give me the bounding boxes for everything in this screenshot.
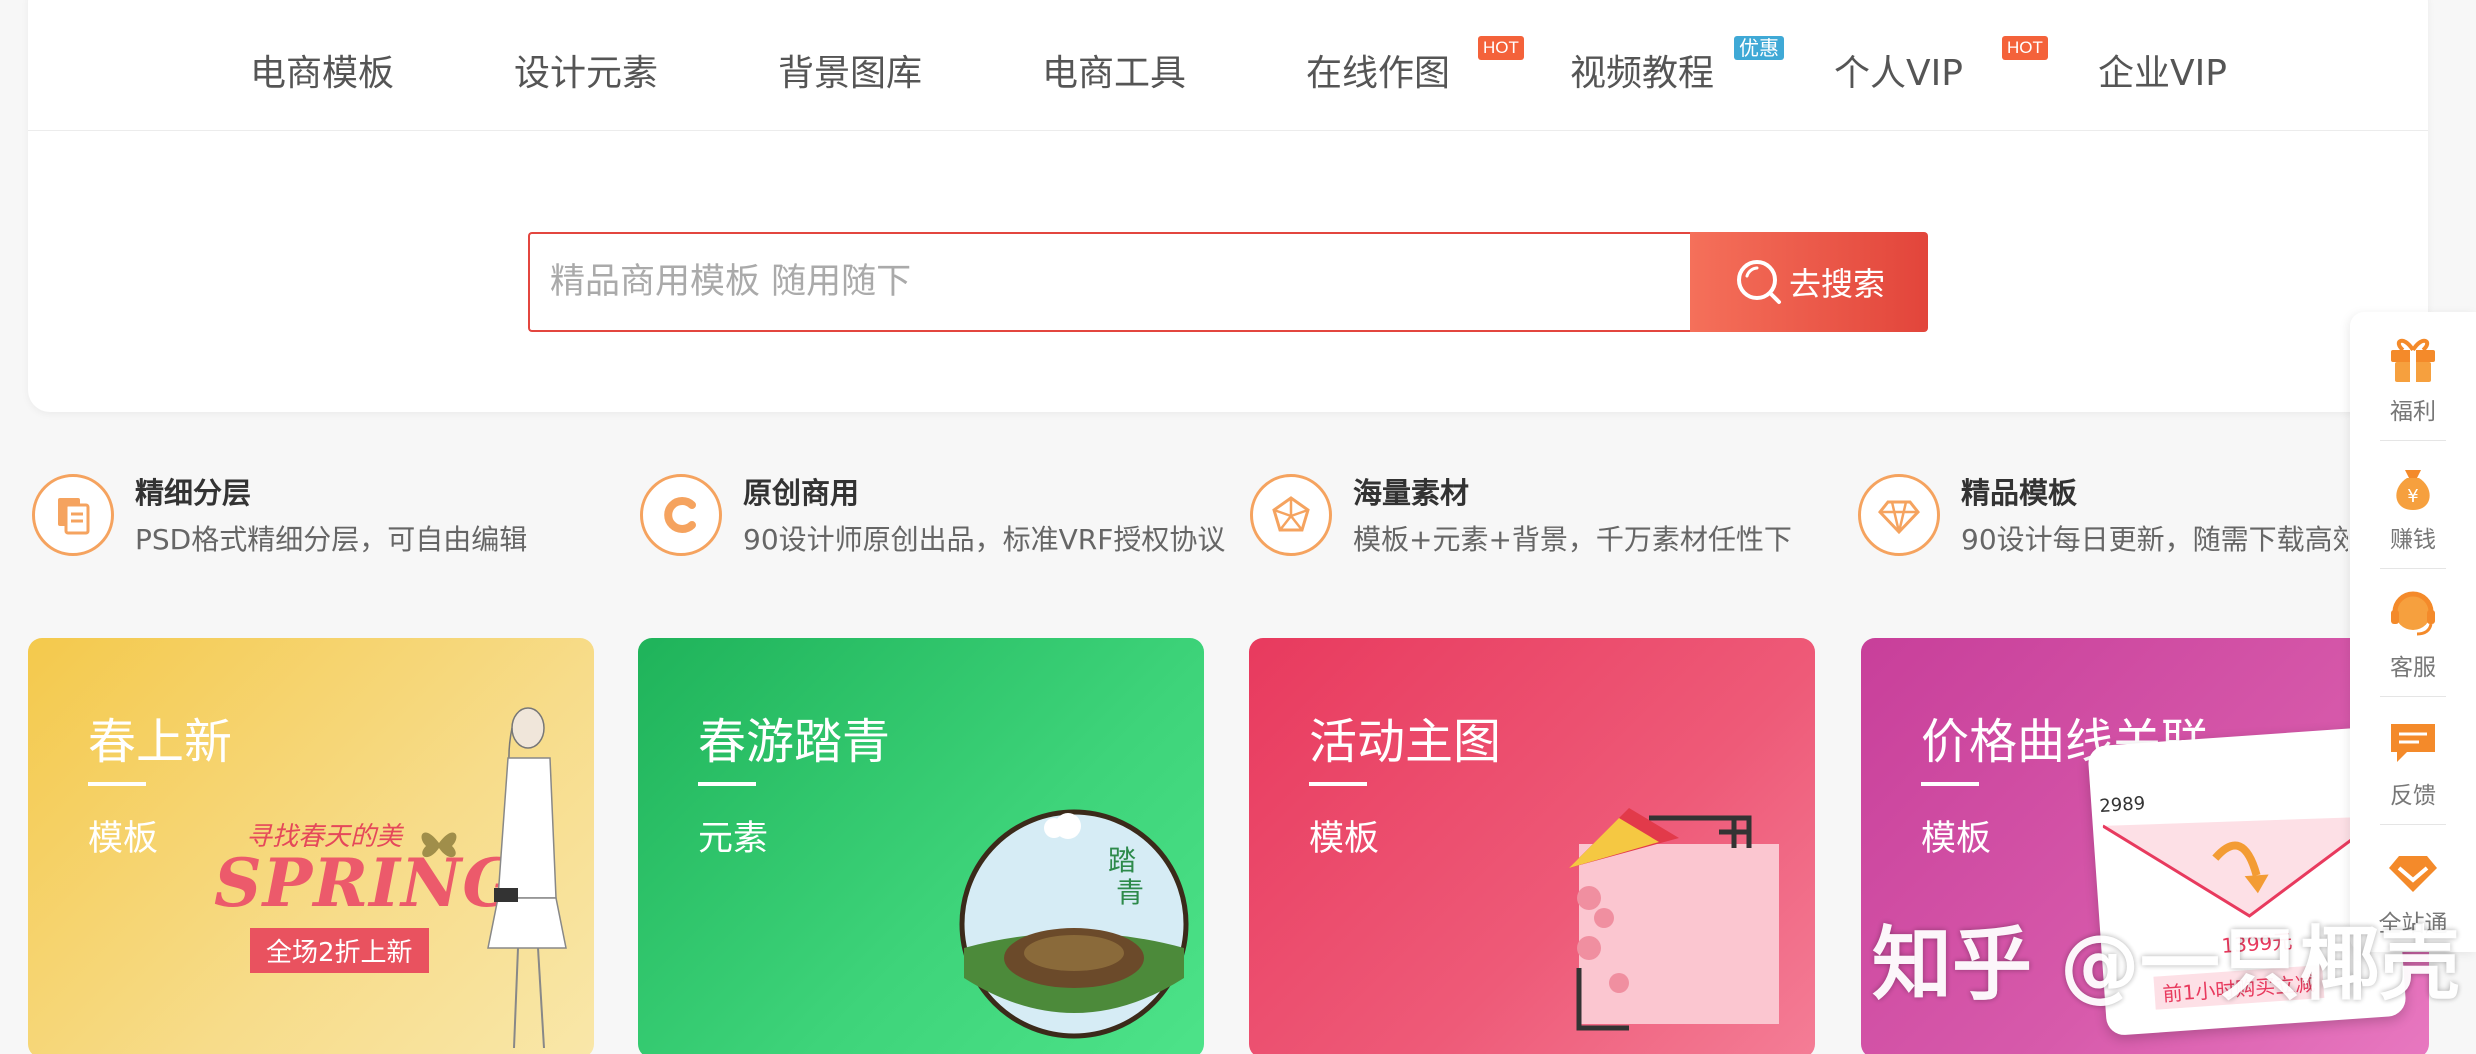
top-card: 电商模板 设计元素 背景图库 电商工具 在线作图 HOT 视频教程 优惠 个人V… — [28, 0, 2428, 412]
feature-desc: 模板+元素+背景，千万素材任性下 — [1353, 523, 1792, 556]
side-item-label: 赚钱 — [2390, 527, 2436, 553]
nav-label: 设计元素 — [514, 53, 659, 94]
feature-title: 精细分层 — [135, 476, 252, 510]
side-item-label: 反馈 — [2390, 783, 2436, 809]
network-icon — [1250, 474, 1332, 556]
nav-label: 个人VIP — [1834, 53, 1963, 94]
side-item-feedback[interactable]: 反馈 — [2350, 696, 2476, 824]
feature-original: 原创商用 90设计师原创出品，标准VRF授权协议 — [640, 470, 1240, 560]
outing-illustration: 踏青 — [959, 809, 1189, 1039]
search-input[interactable] — [528, 232, 1692, 332]
layers-icon — [32, 474, 114, 556]
gift-icon — [2385, 330, 2441, 386]
watermark: 知乎 @一只椰壳 — [1872, 918, 2460, 1011]
card-spring-new[interactable]: 春上新 模板 寻找春天的美 SPRING 全场2折上新 — [28, 638, 594, 1054]
feature-title: 海量素材 — [1353, 476, 1470, 510]
art-banner: 全场2折上新 — [250, 928, 429, 973]
feature-title: 原创商用 — [743, 476, 860, 510]
feature-desc: PSD格式精细分层，可自由编辑 — [135, 523, 528, 556]
side-item-label: 客服 — [2390, 655, 2436, 681]
diamond-icon — [2385, 842, 2441, 898]
card-subtitle: 元素 — [698, 819, 769, 859]
money-bag-icon: ¥ — [2385, 458, 2441, 514]
side-item-label: 福利 — [2390, 399, 2436, 425]
card-spring-outing[interactable]: 春游踏青 元素 踏青 — [638, 638, 1204, 1054]
hot-badge: HOT — [2002, 36, 2048, 60]
feature-title: 精品模板 — [1961, 476, 2078, 510]
main-nav: 电商模板 设计元素 背景图库 电商工具 在线作图 HOT 视频教程 优惠 个人V… — [28, 0, 2428, 131]
card-divider — [1309, 782, 1367, 786]
card-subtitle: 模板 — [88, 819, 159, 859]
nav-label: 电商模板 — [250, 53, 395, 94]
card-title: 春游踏青 — [698, 714, 891, 770]
event-illustration — [1569, 808, 1779, 1031]
side-panel: 福利 ¥ 赚钱 客服 反馈 全站通 — [2350, 312, 2476, 952]
nav-label: 电商工具 — [1042, 53, 1187, 94]
feature-desc: 90设计师原创出品，标准VRF授权协议 — [743, 523, 1226, 556]
search-bar: 去搜索 — [528, 232, 1928, 332]
copyright-icon — [640, 474, 722, 556]
spring-artwork: 寻找春天的美 SPRING 全场2折上新 — [188, 707, 588, 1054]
nav-label: 背景图库 — [778, 53, 923, 94]
nav-item-design-elements[interactable]: 设计元素 — [514, 44, 658, 96]
card-subtitle: 模板 — [1309, 819, 1380, 859]
card-title: 活动主图 — [1309, 714, 1502, 770]
nav-item-ecommerce-tools[interactable]: 电商工具 — [1042, 44, 1186, 96]
discount-badge: 优惠 — [1734, 36, 1784, 60]
nav-item-personal-vip[interactable]: 个人VIP HOT — [1834, 36, 2048, 96]
nav-label: 视频教程 — [1570, 53, 1715, 94]
feature-massive-assets: 海量素材 模板+元素+背景，千万素材任性下 — [1250, 470, 1850, 560]
feature-desc: 90设计每日更新，随需下载高效 — [1961, 523, 2348, 556]
nav-item-ecommerce-templates[interactable]: 电商模板 — [250, 44, 394, 96]
side-item-customer-service[interactable]: 客服 — [2350, 568, 2476, 696]
nav-item-enterprise-vip[interactable]: 企业VIP — [2098, 44, 2227, 96]
card-title: 春上新 — [88, 714, 233, 770]
side-item-welfare[interactable]: 福利 — [2350, 312, 2476, 440]
headset-icon — [2385, 586, 2441, 642]
nav-item-online-design[interactable]: 在线作图 HOT — [1306, 36, 1524, 96]
butterfly-icon — [421, 832, 457, 858]
hot-badge: HOT — [1478, 36, 1524, 60]
card-event-main-image[interactable]: 活动主图 模板 — [1249, 638, 1815, 1054]
diamond-icon — [1858, 474, 1940, 556]
search-button[interactable]: 去搜索 — [1690, 232, 1928, 332]
side-item-earn-money[interactable]: ¥ 赚钱 — [2350, 440, 2476, 568]
nav-item-video-tutorials[interactable]: 视频教程 优惠 — [1570, 36, 1784, 96]
chat-icon — [2385, 714, 2441, 770]
feature-layers: 精细分层 PSD格式精细分层，可自由编辑 — [32, 470, 632, 560]
nav-item-backgrounds[interactable]: 背景图库 — [778, 44, 922, 96]
card-divider — [698, 782, 756, 786]
woman-illustration — [487, 707, 567, 1049]
nav-label: 在线作图 — [1306, 53, 1451, 94]
svg-text:¥: ¥ — [2407, 486, 2418, 507]
nav-label: 企业VIP — [2098, 53, 2227, 94]
search-icon — [1736, 260, 1781, 304]
card-subtitle: 模板 — [1921, 819, 1992, 859]
card-divider — [1921, 782, 1979, 786]
search-button-label: 去搜索 — [1788, 265, 1885, 303]
feature-premium-templates: 精品模板 90设计每日更新，随需下载高效 — [1858, 470, 2348, 560]
card-divider — [88, 782, 146, 786]
